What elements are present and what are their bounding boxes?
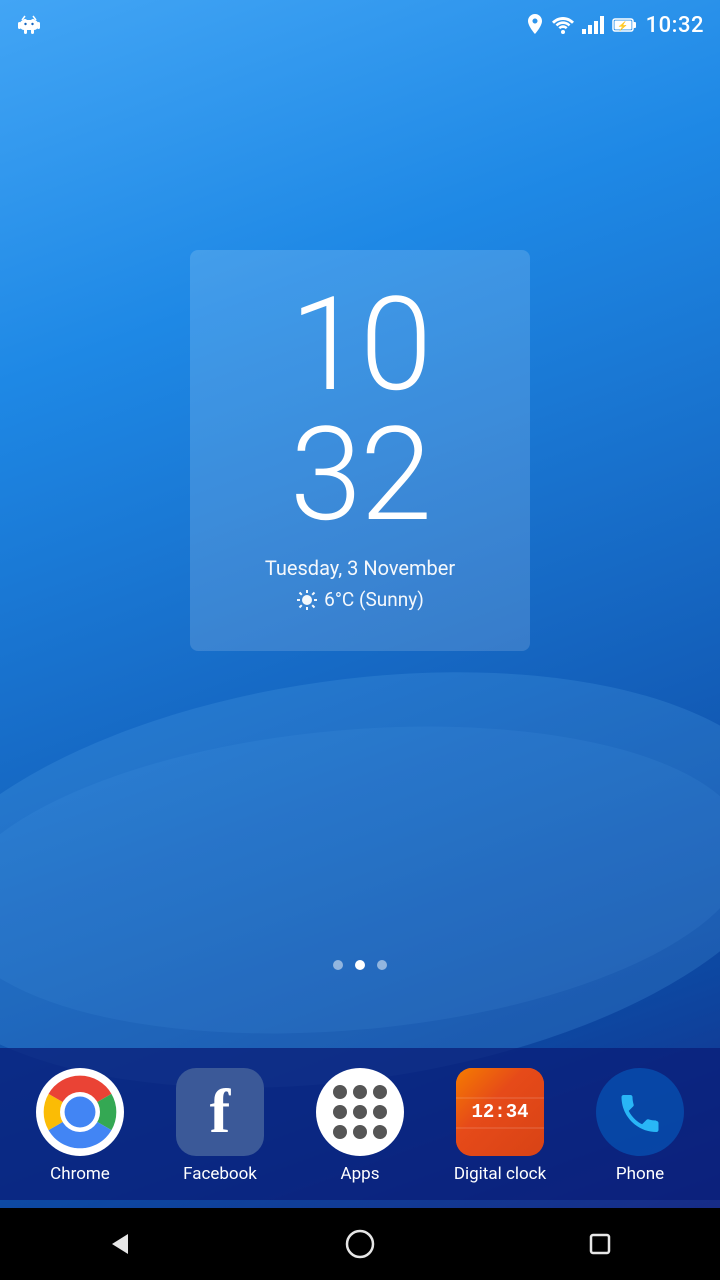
- status-right: ⚡ 10:32: [526, 13, 704, 38]
- back-button[interactable]: [90, 1214, 150, 1274]
- status-left: [16, 12, 42, 38]
- app-chrome[interactable]: Chrome: [20, 1068, 140, 1184]
- clock-weather: 6°C (Sunny): [210, 588, 510, 611]
- status-bar: ⚡ 10:32: [0, 0, 720, 50]
- facebook-label: Facebook: [183, 1164, 257, 1184]
- phone-icon: [596, 1068, 684, 1156]
- nav-bar: [0, 1208, 720, 1280]
- clock-minutes: 32: [210, 410, 510, 540]
- status-time: 10:32: [646, 13, 704, 38]
- page-indicators: [333, 960, 387, 970]
- svg-text:⚡: ⚡: [617, 20, 628, 32]
- battery-icon: ⚡: [612, 16, 638, 34]
- recents-button[interactable]: [570, 1214, 630, 1274]
- facebook-icon: f: [176, 1068, 264, 1156]
- digital-clock-icon: 12:34: [456, 1068, 544, 1156]
- app-facebook[interactable]: f Facebook: [160, 1068, 280, 1184]
- app-apps[interactable]: Apps: [300, 1068, 420, 1184]
- clock-widget[interactable]: 10 32 Tuesday, 3 November 6°C (Sunny): [190, 250, 530, 651]
- home-button[interactable]: [330, 1214, 390, 1274]
- location-icon: [526, 14, 544, 36]
- chrome-icon: [36, 1068, 124, 1156]
- app-digital-clock[interactable]: 12:34 Digital clock: [440, 1068, 560, 1184]
- app-phone[interactable]: Phone: [580, 1068, 700, 1184]
- chrome-label: Chrome: [50, 1164, 110, 1184]
- dock-icons: Chrome f Facebook A: [10, 1068, 710, 1184]
- phone-label: Phone: [616, 1164, 664, 1184]
- apps-icon: [316, 1068, 404, 1156]
- digital-clock-display: 12:34: [471, 1101, 528, 1123]
- android-icon: [16, 12, 42, 38]
- clock-hours: 10: [210, 280, 510, 410]
- weather-text: 6°C (Sunny): [324, 588, 424, 611]
- clock-date: Tuesday, 3 November: [210, 556, 510, 580]
- page-dot-3[interactable]: [377, 960, 387, 970]
- dock: Chrome f Facebook A: [0, 1048, 720, 1200]
- wifi-icon: [552, 16, 574, 34]
- page-dot-2[interactable]: [355, 960, 365, 970]
- apps-label: Apps: [341, 1164, 380, 1184]
- signal-icon: [582, 16, 604, 34]
- page-dot-1[interactable]: [333, 960, 343, 970]
- digital-clock-label: Digital clock: [454, 1164, 546, 1184]
- sun-icon: [296, 589, 318, 611]
